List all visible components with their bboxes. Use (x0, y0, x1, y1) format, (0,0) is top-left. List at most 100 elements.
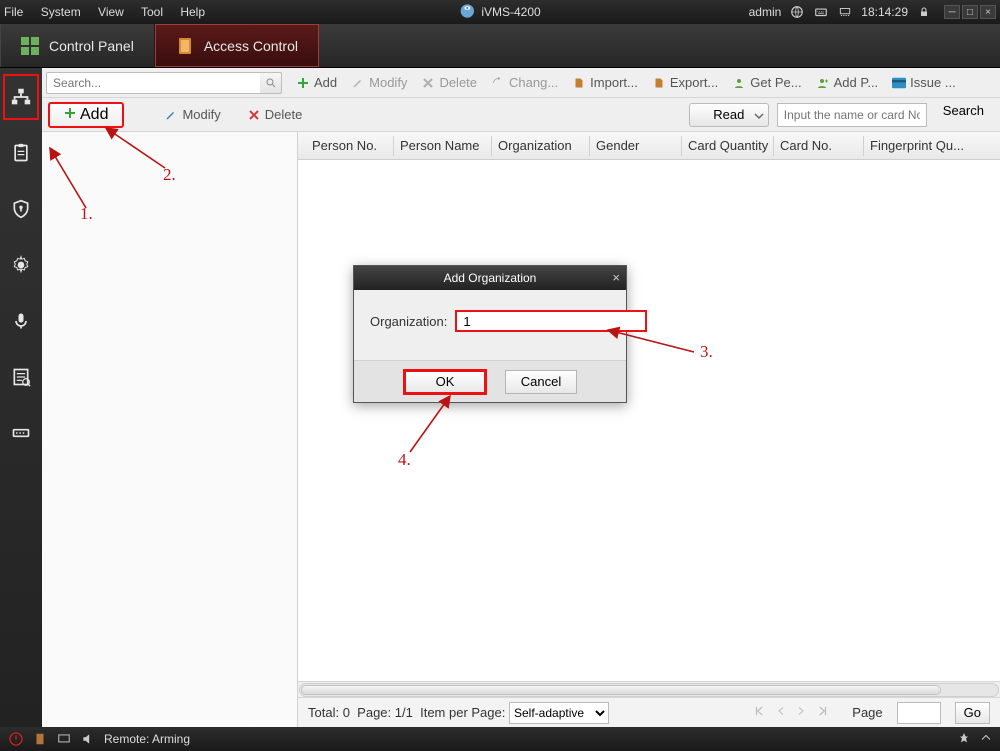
refresh-icon (491, 76, 505, 90)
ram-icon[interactable] (837, 4, 853, 20)
menu-system[interactable]: System (41, 5, 81, 19)
org-add-button[interactable]: Add (48, 102, 124, 128)
sidebar-icon-device[interactable] (3, 410, 39, 456)
app-title: iVMS-4200 (459, 3, 540, 22)
person-add-icon (816, 76, 830, 90)
keyboard-icon[interactable] (813, 4, 829, 20)
tab-access-control-label: Access Control (204, 38, 298, 54)
addperson-button[interactable]: Add P... (816, 75, 879, 90)
org-modify-button[interactable]: Modify (164, 107, 220, 122)
col-person-name[interactable]: Person Name (394, 136, 492, 156)
control-panel-icon (21, 37, 39, 55)
read-dropdown[interactable]: Read (689, 103, 769, 127)
change-button[interactable]: Chang... (491, 75, 558, 90)
menu-tool[interactable]: Tool (141, 5, 163, 19)
table-header: Person No. Person Name Organization Gend… (298, 132, 1000, 160)
alert-icon[interactable] (8, 731, 24, 747)
chevron-down-icon (754, 109, 764, 124)
getperson-button[interactable]: Get Pe... (732, 75, 801, 90)
speaker-icon[interactable] (80, 731, 96, 747)
pager-next-icon[interactable] (795, 705, 807, 720)
main-menu: File System View Tool Help (4, 5, 219, 19)
issue-button[interactable]: Issue ... (892, 75, 956, 90)
col-fingerprint[interactable]: Fingerprint Qu... (864, 136, 974, 156)
organization-tree[interactable] (42, 132, 298, 727)
col-card-qty[interactable]: Card Quantity (682, 136, 774, 156)
door-icon[interactable] (32, 731, 48, 747)
pager-prev-icon[interactable] (775, 705, 787, 720)
search-input[interactable] (46, 72, 282, 94)
title-right: admin 18:14:29 ─ □ × (741, 4, 996, 20)
x-icon (421, 76, 435, 90)
second-toolbar: Add Modify Delete Read Search (42, 98, 1000, 132)
tab-access-control[interactable]: Access Control (155, 24, 319, 67)
dialog-org-input[interactable] (455, 310, 647, 332)
col-gender[interactable]: Gender (590, 136, 682, 156)
pager-total: 0 (343, 705, 350, 720)
pencil-icon (351, 76, 365, 90)
dialog-org-label: Organization: (370, 314, 447, 329)
tab-control-panel[interactable]: Control Panel (0, 24, 155, 67)
plus-icon (64, 106, 76, 124)
plus-icon (296, 76, 310, 90)
search-box (46, 72, 282, 94)
sidebar-icon-clipboard[interactable] (3, 130, 39, 176)
search-button[interactable]: Search (933, 103, 994, 127)
pager-pagetxt: Page (852, 705, 882, 720)
pager-first-icon[interactable] (753, 704, 767, 721)
col-card-no[interactable]: Card No. (774, 136, 864, 156)
org-delete-button[interactable]: Delete (247, 107, 303, 122)
close-button[interactable]: × (980, 5, 996, 19)
sidebar-icon-mic[interactable] (3, 298, 39, 344)
menu-view[interactable]: View (98, 5, 124, 19)
dialog-close-icon[interactable]: × (612, 270, 620, 285)
dialog-cancel-button[interactable]: Cancel (505, 370, 577, 394)
export-button[interactable]: Export... (652, 75, 718, 90)
pager-page-label: Page: (357, 705, 391, 720)
add-organization-dialog: Add Organization × Organization: OK Canc… (353, 265, 627, 403)
sidebar-icon-shield[interactable] (3, 186, 39, 232)
modify-button[interactable]: Modify (351, 75, 407, 90)
maximize-button[interactable]: □ (962, 5, 978, 19)
dialog-ok-button[interactable]: OK (403, 369, 487, 395)
pager-last-icon[interactable] (815, 704, 829, 721)
pager-go-button[interactable]: Go (955, 702, 990, 724)
col-person-no[interactable]: Person No. (306, 136, 394, 156)
table-body (298, 160, 1000, 681)
menu-file[interactable]: File (4, 5, 23, 19)
sidebar-icon-gear[interactable] (3, 242, 39, 288)
delete-button[interactable]: Delete (421, 75, 477, 90)
clock-text: 18:14:29 (861, 5, 908, 19)
lock-icon[interactable] (916, 4, 932, 20)
pager-page-input[interactable] (897, 702, 941, 724)
title-bar: File System View Tool Help iVMS-4200 adm… (0, 0, 1000, 24)
org-add-label: Add (80, 106, 108, 124)
col-organization[interactable]: Organization (492, 136, 590, 156)
pager-itemper-label: Item per Page: (420, 705, 505, 720)
sidebar-icon-org[interactable] (3, 74, 39, 120)
access-control-icon (176, 37, 194, 55)
screen-icon[interactable] (56, 731, 72, 747)
import-icon (572, 76, 586, 90)
add-button[interactable]: Add (296, 75, 337, 90)
globe-icon[interactable] (789, 4, 805, 20)
pin-icon[interactable] (958, 732, 970, 747)
status-remote: Remote: Arming (104, 732, 190, 746)
status-bar: Remote: Arming (0, 727, 1000, 751)
minimize-button[interactable]: ─ (944, 5, 960, 19)
export-icon (652, 76, 666, 90)
left-sidebar (0, 68, 42, 727)
x-icon (247, 108, 261, 122)
tab-bar: Control Panel Access Control (0, 24, 1000, 68)
sidebar-icon-report[interactable] (3, 354, 39, 400)
expand-icon[interactable] (980, 732, 992, 747)
pencil-icon (164, 108, 178, 122)
pager: Total: 0 Page: 1/1 Item per Page: Self-a… (298, 697, 1000, 727)
menu-help[interactable]: Help (180, 5, 205, 19)
dialog-titlebar[interactable]: Add Organization × (354, 266, 626, 290)
name-filter-input[interactable] (777, 103, 927, 127)
search-icon[interactable] (260, 72, 282, 94)
horizontal-scrollbar[interactable] (298, 681, 1000, 697)
import-button[interactable]: Import... (572, 75, 638, 90)
pager-itemper-select[interactable]: Self-adaptive (509, 702, 609, 724)
